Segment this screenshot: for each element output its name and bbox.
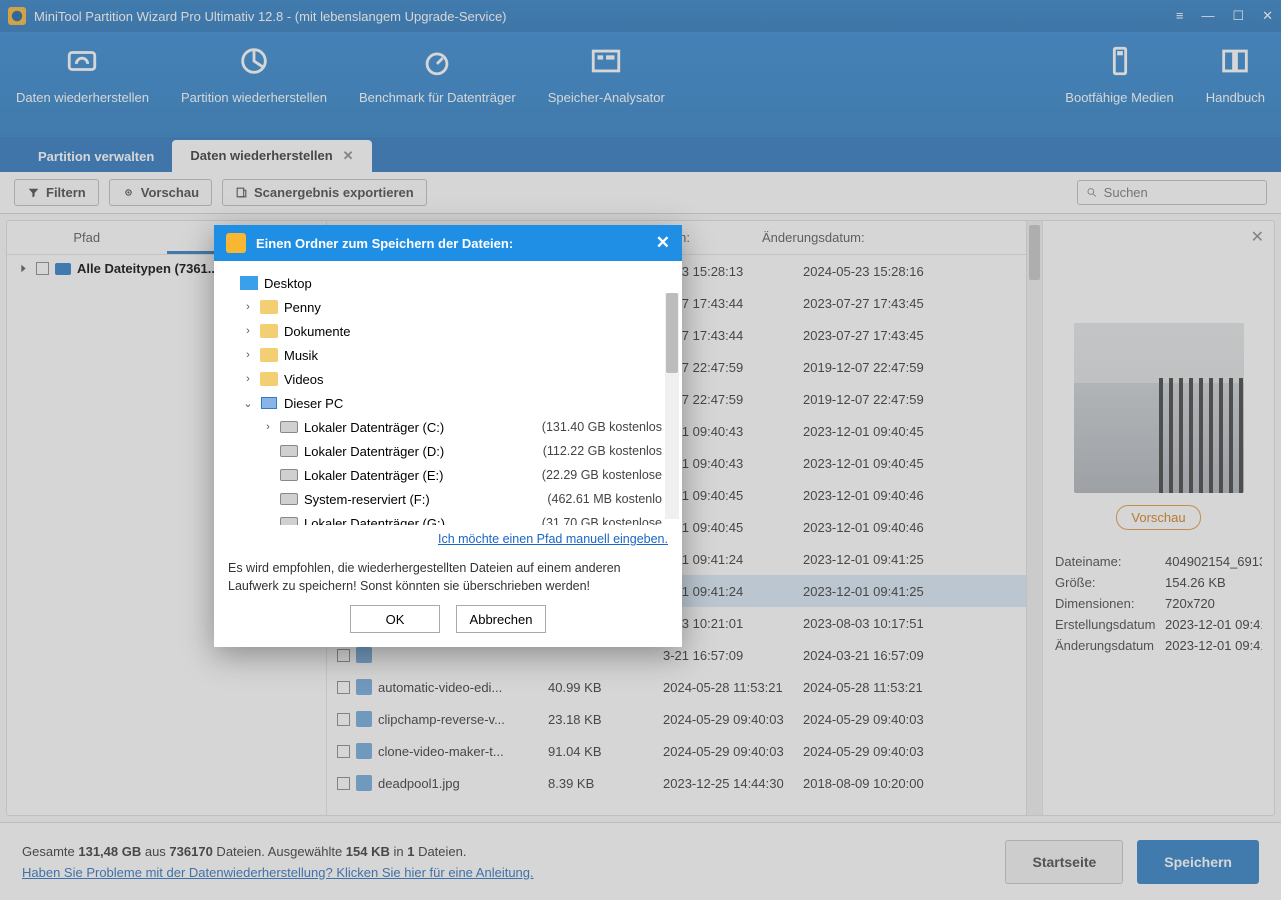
drv-icon xyxy=(280,467,298,483)
tree-node[interactable]: Lokaler Datenträger (E:) (22.29 GB kosten… xyxy=(214,463,682,487)
tree-node-label: Musik xyxy=(284,348,682,363)
tree-node-label: Videos xyxy=(284,372,682,387)
drv-icon xyxy=(280,443,298,459)
dialog-titlebar: Einen Ordner zum Speichern der Dateien: … xyxy=(214,225,682,261)
music-icon xyxy=(260,347,278,363)
folder-tree: Desktop › Penny › Dokumente › Musik › Videos ⌄ Die… xyxy=(214,267,682,525)
tree-node-label: Dieser PC xyxy=(284,396,682,411)
tree-node-free: (22.29 GB kostenlose xyxy=(542,468,682,482)
doc-icon xyxy=(260,323,278,339)
expand-icon[interactable]: › xyxy=(262,421,274,433)
drv-icon xyxy=(280,515,298,525)
drv-icon xyxy=(280,491,298,507)
dialog-warning: Es wird empfohlen, die wiederhergestellt… xyxy=(214,556,682,605)
tree-node[interactable]: › Videos xyxy=(214,367,682,391)
expand-icon[interactable]: › xyxy=(242,325,254,337)
save-folder-dialog: Einen Ordner zum Speichern der Dateien: … xyxy=(214,225,682,647)
tree-node[interactable]: System-reserviert (F:) (462.61 MB kostenl… xyxy=(214,487,682,511)
tree-node-label: Lokaler Datenträger (G:) xyxy=(304,516,536,526)
tree-node-free: (31.70 GB kostenlose xyxy=(542,516,682,525)
dialog-close-icon[interactable]: ✕ xyxy=(656,233,670,253)
tree-node[interactable]: › Penny xyxy=(214,295,682,319)
expand-icon[interactable]: › xyxy=(242,349,254,361)
desk-icon xyxy=(240,275,258,291)
tree-node-label: Dokumente xyxy=(284,324,682,339)
drv-icon xyxy=(280,419,298,435)
video-icon xyxy=(260,371,278,387)
tree-node-label: Lokaler Datenträger (D:) xyxy=(304,444,537,459)
tree-node-free: (112.22 GB kostenlos xyxy=(543,444,682,458)
tree-node-free: (131.40 GB kostenlos xyxy=(542,420,682,434)
user-icon xyxy=(260,299,278,315)
tree-node-label: System-reserviert (F:) xyxy=(304,492,541,507)
tree-scrollbar-thumb[interactable] xyxy=(666,293,678,373)
tree-node-label: Penny xyxy=(284,300,682,315)
tree-node[interactable]: › Musik xyxy=(214,343,682,367)
expand-icon[interactable]: › xyxy=(242,301,254,313)
manual-path-link[interactable]: Ich möchte einen Pfad manuell eingeben. xyxy=(438,532,668,546)
expand-icon[interactable]: ⌄ xyxy=(242,397,254,410)
tree-node[interactable]: Lokaler Datenträger (G:) (31.70 GB kosten… xyxy=(214,511,682,525)
tree-node[interactable]: ⌄ Dieser PC xyxy=(214,391,682,415)
tree-node[interactable]: Desktop xyxy=(214,271,682,295)
ok-button[interactable]: OK xyxy=(350,605,440,633)
dialog-title: Einen Ordner zum Speichern der Dateien: xyxy=(256,236,513,251)
tree-node-label: Lokaler Datenträger (E:) xyxy=(304,468,536,483)
expand-icon[interactable]: › xyxy=(242,373,254,385)
tree-node-label: Desktop xyxy=(264,276,682,291)
tree-node-free: (462.61 MB kostenlo xyxy=(547,492,682,506)
tree-node[interactable]: › Lokaler Datenträger (C:) (131.40 GB kost… xyxy=(214,415,682,439)
dialog-logo xyxy=(226,233,246,253)
tree-scrollbar[interactable] xyxy=(665,293,679,519)
tree-node[interactable]: Lokaler Datenträger (D:) (112.22 GB koste… xyxy=(214,439,682,463)
tree-node[interactable]: › Dokumente xyxy=(214,319,682,343)
tree-node-label: Lokaler Datenträger (C:) xyxy=(304,420,536,435)
cancel-button[interactable]: Abbrechen xyxy=(456,605,546,633)
pc-icon xyxy=(260,395,278,411)
